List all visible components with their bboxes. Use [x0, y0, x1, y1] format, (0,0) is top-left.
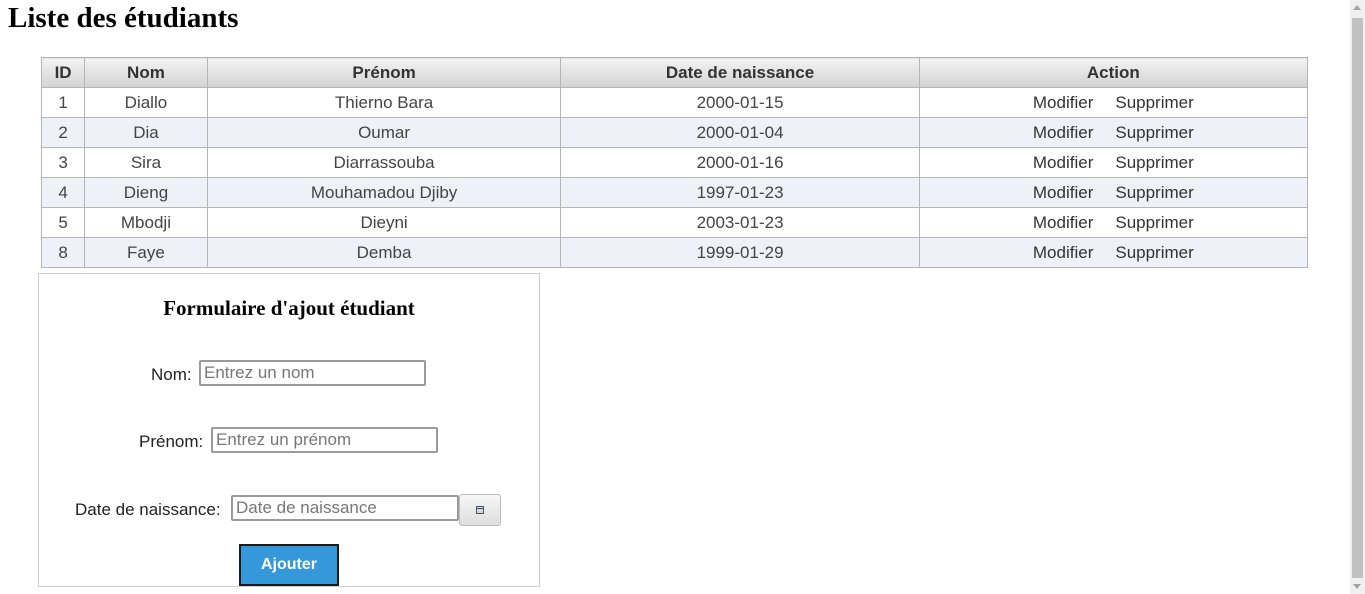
- modifier-link[interactable]: Modifier: [1033, 123, 1093, 142]
- cell-nom: Sira: [84, 147, 208, 178]
- cell-id: 2: [40, 117, 86, 148]
- header-prenom: Prénom: [206, 57, 562, 88]
- header-date: Date de naissance: [560, 57, 920, 88]
- cell-nom: Faye: [84, 237, 208, 268]
- supprimer-link[interactable]: Supprimer: [1115, 123, 1193, 142]
- cell-date: 2003-01-23: [560, 207, 920, 238]
- cell-action: Modifier Supprimer: [918, 207, 1309, 238]
- cell-nom: Dieng: [84, 177, 208, 208]
- calendar-icon: [476, 506, 484, 514]
- supprimer-link[interactable]: Supprimer: [1115, 243, 1193, 262]
- cell-prenom: Thierno Bara: [206, 87, 562, 118]
- cell-date: 1999-01-29: [560, 237, 920, 268]
- page-title: Liste des étudiants: [8, 2, 239, 34]
- cell-date: 2000-01-15: [560, 87, 920, 118]
- table-header-row: ID Nom Prénom Date de naissance Action: [40, 57, 1309, 88]
- table-row: 5 Mbodji Dieyni 2003-01-23 Modifier Suppr…: [40, 207, 1309, 238]
- date-label: Date de naissance:: [75, 500, 221, 519]
- supprimer-link[interactable]: Supprimer: [1115, 153, 1193, 172]
- cell-prenom: Oumar: [206, 117, 562, 148]
- scroll-thumb[interactable]: [1352, 18, 1363, 578]
- cell-nom: Dia: [84, 117, 208, 148]
- cell-id: 5: [40, 207, 86, 238]
- cell-prenom: Mouhamadou Djiby: [206, 177, 562, 208]
- prenom-label: Prénom:: [139, 432, 204, 451]
- table-row: 1 Diallo Thierno Bara 2000-01-15 Modifie…: [40, 87, 1309, 118]
- cell-action: Modifier Supprimer: [918, 147, 1309, 178]
- calendar-button[interactable]: [459, 494, 501, 526]
- modifier-link[interactable]: Modifier: [1033, 183, 1093, 202]
- header-nom: Nom: [84, 57, 208, 88]
- form-title: Formulaire d'ajout étudiant: [163, 296, 415, 320]
- scroll-up-icon[interactable]: [1353, 5, 1361, 10]
- supprimer-link[interactable]: Supprimer: [1115, 183, 1193, 202]
- cell-id: 8: [40, 237, 86, 268]
- table-row: 4 Dieng Mouhamadou Djiby 1997-01-23 Modi…: [40, 177, 1309, 208]
- supprimer-link[interactable]: Supprimer: [1115, 213, 1193, 232]
- header-id: ID: [40, 57, 86, 88]
- supprimer-link[interactable]: Supprimer: [1115, 93, 1193, 112]
- table-row: 8 Faye Demba 1999-01-29 Modifier Supprime…: [40, 237, 1309, 268]
- cell-action: Modifier Supprimer: [918, 177, 1309, 208]
- cell-nom: Mbodji: [84, 207, 208, 238]
- scroll-down-icon[interactable]: [1353, 584, 1361, 589]
- ajouter-button[interactable]: Ajouter: [239, 544, 339, 586]
- table-row: 2 Dia Oumar 2000-01-04 Modifier Supprimer: [40, 117, 1309, 148]
- students-table: ID Nom Prénom Date de naissance Action 1…: [40, 57, 1309, 268]
- cell-id: 3: [40, 147, 86, 178]
- add-student-form: Formulaire d'ajout étudiant Nom: Prénom:…: [38, 273, 540, 587]
- cell-date: 2000-01-16: [560, 147, 920, 178]
- cell-action: Modifier Supprimer: [918, 87, 1309, 118]
- vertical-scrollbar[interactable]: [1350, 0, 1365, 594]
- cell-date: 1997-01-23: [560, 177, 920, 208]
- header-action: Action: [918, 57, 1309, 88]
- cell-action: Modifier Supprimer: [918, 117, 1309, 148]
- cell-action: Modifier Supprimer: [918, 237, 1309, 268]
- cell-id: 4: [40, 177, 86, 208]
- cell-id: 1: [40, 87, 86, 118]
- cell-prenom: Diarrassouba: [206, 147, 562, 178]
- nom-input[interactable]: [199, 360, 426, 386]
- modifier-link[interactable]: Modifier: [1033, 93, 1093, 112]
- modifier-link[interactable]: Modifier: [1033, 153, 1093, 172]
- table-row: 3 Sira Diarrassouba 2000-01-16 Modifier S…: [40, 147, 1309, 178]
- cell-nom: Diallo: [84, 87, 208, 118]
- cell-date: 2000-01-04: [560, 117, 920, 148]
- modifier-link[interactable]: Modifier: [1033, 213, 1093, 232]
- date-input[interactable]: [231, 495, 459, 521]
- cell-prenom: Demba: [206, 237, 562, 268]
- nom-label: Nom:: [151, 365, 192, 384]
- modifier-link[interactable]: Modifier: [1033, 243, 1093, 262]
- prenom-input[interactable]: [211, 427, 438, 453]
- cell-prenom: Dieyni: [206, 207, 562, 238]
